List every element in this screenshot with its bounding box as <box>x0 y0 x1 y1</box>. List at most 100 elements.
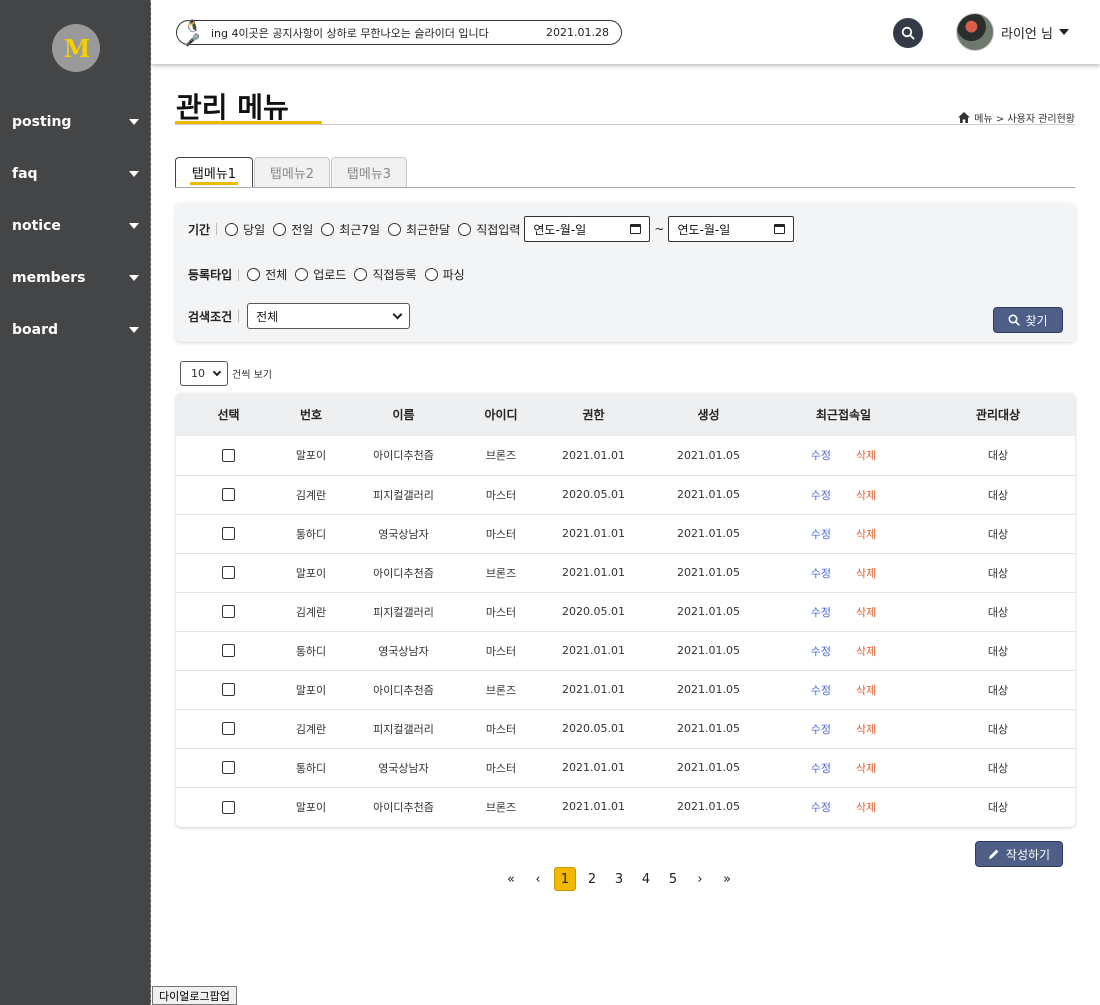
radio-label: 최근7일 <box>339 222 381 237</box>
row-select-cell <box>176 514 281 553</box>
avatar <box>956 13 994 51</box>
radio-type-direct[interactable]: 직접등록 <box>354 266 417 283</box>
cell-actions: 수정 삭제 <box>766 553 921 592</box>
logo[interactable]: M <box>52 24 100 72</box>
date-from-input[interactable]: 연도-월-일 <box>524 216 651 242</box>
page-2-button[interactable]: 2 <box>581 867 603 891</box>
radio-circle[interactable] <box>273 222 287 236</box>
radio-type-upload[interactable]: 업로드 <box>295 266 346 283</box>
radio-type-parsing[interactable]: 파싱 <box>424 266 465 283</box>
radio-yesterday[interactable]: 전일 <box>273 221 313 238</box>
delete-link[interactable]: 삭제 <box>856 567 876 580</box>
radio-last-month[interactable]: 최근한달 <box>388 221 450 238</box>
cell-actions: 수정 삭제 <box>766 436 921 475</box>
tab-menu-1[interactable]: 탭메뉴1 <box>175 157 253 187</box>
tab-menu-3[interactable]: 탭메뉴3 <box>331 157 407 187</box>
radio-circle[interactable] <box>424 268 438 281</box>
row-checkbox[interactable] <box>222 488 235 502</box>
delete-link[interactable]: 삭제 <box>856 684 876 697</box>
radio-circle[interactable] <box>321 222 335 236</box>
first-page-button[interactable]: « <box>500 867 522 891</box>
cell-id: 브론즈 <box>485 449 517 463</box>
notice-ticker[interactable]: 🐧🎤 ing 4이곳은 공지사항이 상하로 무한나오는 슬라이더 입니다 202… <box>176 19 622 47</box>
delete-link[interactable]: 삭제 <box>856 528 876 541</box>
row-checkbox[interactable] <box>222 683 235 697</box>
sidebar-item-faq[interactable]: faq <box>0 148 151 200</box>
row-checkbox[interactable] <box>222 761 235 775</box>
table-row: 말포이 아이디추천즘 브론즈 2021.01.01 2021.01.05 수정 삭제 대상 <box>176 553 1075 592</box>
cell-number: 말포이 <box>295 449 327 463</box>
sidebar-item-label: posting <box>12 114 72 130</box>
sidebar-item-members[interactable]: members <box>0 252 151 304</box>
edit-link[interactable]: 수정 <box>811 528 831 541</box>
radio-circle[interactable] <box>247 268 261 281</box>
write-button[interactable]: 작성하기 <box>975 841 1063 867</box>
cell-created: 2021.01.05 <box>677 722 740 735</box>
delete-link[interactable]: 삭제 <box>856 449 876 462</box>
radio-circle[interactable] <box>388 222 402 236</box>
page-1-button[interactable]: 1 <box>554 867 576 891</box>
next-page-button[interactable]: › <box>689 867 711 891</box>
edit-link[interactable]: 수정 <box>811 723 831 736</box>
row-checkbox[interactable] <box>222 566 235 580</box>
chevron-down-icon <box>212 367 222 376</box>
radio-circle[interactable] <box>458 222 472 236</box>
user-menu[interactable]: 라이언 님 <box>956 13 1069 51</box>
radio-circle[interactable] <box>225 222 239 236</box>
delete-link[interactable]: 삭제 <box>856 723 876 736</box>
edit-link[interactable]: 수정 <box>811 606 831 619</box>
row-checkbox[interactable] <box>222 449 235 462</box>
delete-link[interactable]: 삭제 <box>856 645 876 658</box>
cell-number: 통하디 <box>295 527 327 541</box>
cell-name: 피지컬갤러리 <box>373 722 434 736</box>
sidebar-item-board[interactable]: board <box>0 304 151 356</box>
label-separator <box>238 268 240 281</box>
tab-menu-2[interactable]: 탭메뉴2 <box>254 157 330 187</box>
edit-link[interactable]: 수정 <box>811 801 831 814</box>
delete-link[interactable]: 삭제 <box>856 801 876 814</box>
cell-created: 2021.01.05 <box>677 488 740 501</box>
cell-created: 2021.01.05 <box>677 683 740 696</box>
sidebar-item-posting[interactable]: posting <box>0 96 151 148</box>
radio-circle[interactable] <box>354 268 368 281</box>
row-checkbox[interactable] <box>222 527 235 541</box>
delete-link[interactable]: 삭제 <box>856 606 876 619</box>
sidebar-item-notice[interactable]: notice <box>0 200 151 252</box>
ticker-text: ing 4이곳은 공지사항이 상하로 무한나오는 슬라이더 입니다 <box>211 26 489 40</box>
edit-link[interactable]: 수정 <box>811 567 831 580</box>
page-size-select[interactable]: 10 <box>180 361 228 386</box>
edit-link[interactable]: 수정 <box>811 762 831 775</box>
search-button[interactable] <box>893 18 923 48</box>
radio-today[interactable]: 당일 <box>225 221 265 238</box>
prev-page-button[interactable]: ‹ <box>527 867 549 891</box>
radio-custom[interactable]: 직접입력 <box>458 221 520 238</box>
date-to-input[interactable]: 연도-월-일 <box>668 216 795 242</box>
row-checkbox[interactable] <box>222 644 235 658</box>
condition-select[interactable]: 전체 <box>247 303 411 329</box>
radio-type-all[interactable]: 전체 <box>247 266 287 283</box>
edit-link[interactable]: 수정 <box>811 489 831 502</box>
radio-last-7-days[interactable]: 최근7일 <box>321 221 380 238</box>
column-header-number: 번호 <box>299 408 323 422</box>
find-button[interactable]: 찾기 <box>993 307 1063 333</box>
page-5-button[interactable]: 5 <box>662 867 684 891</box>
calendar-icon[interactable] <box>630 224 642 234</box>
cell-auth: 2021.01.01 <box>562 761 625 774</box>
row-checkbox[interactable] <box>222 722 235 736</box>
delete-link[interactable]: 삭제 <box>856 489 876 502</box>
edit-link[interactable]: 수정 <box>811 684 831 697</box>
page-4-button[interactable]: 4 <box>635 867 657 891</box>
row-checkbox[interactable] <box>222 605 235 619</box>
last-page-button[interactable]: » <box>716 867 738 891</box>
page-3-button[interactable]: 3 <box>608 867 630 891</box>
table-header: 선택 번호 이름 아이디 권한 생성 최근접속일 관리대상 <box>176 393 1075 436</box>
radio-circle[interactable] <box>295 268 309 281</box>
type-label: 등록타입 <box>188 268 233 282</box>
edit-link[interactable]: 수정 <box>811 449 831 462</box>
row-checkbox[interactable] <box>222 800 235 814</box>
dialog-popup-button[interactable]: 다이얼로그팝업 <box>152 986 237 1005</box>
delete-link[interactable]: 삭제 <box>856 762 876 775</box>
calendar-icon[interactable] <box>774 224 786 234</box>
edit-link[interactable]: 수정 <box>811 645 831 658</box>
row-select-cell <box>176 709 281 748</box>
